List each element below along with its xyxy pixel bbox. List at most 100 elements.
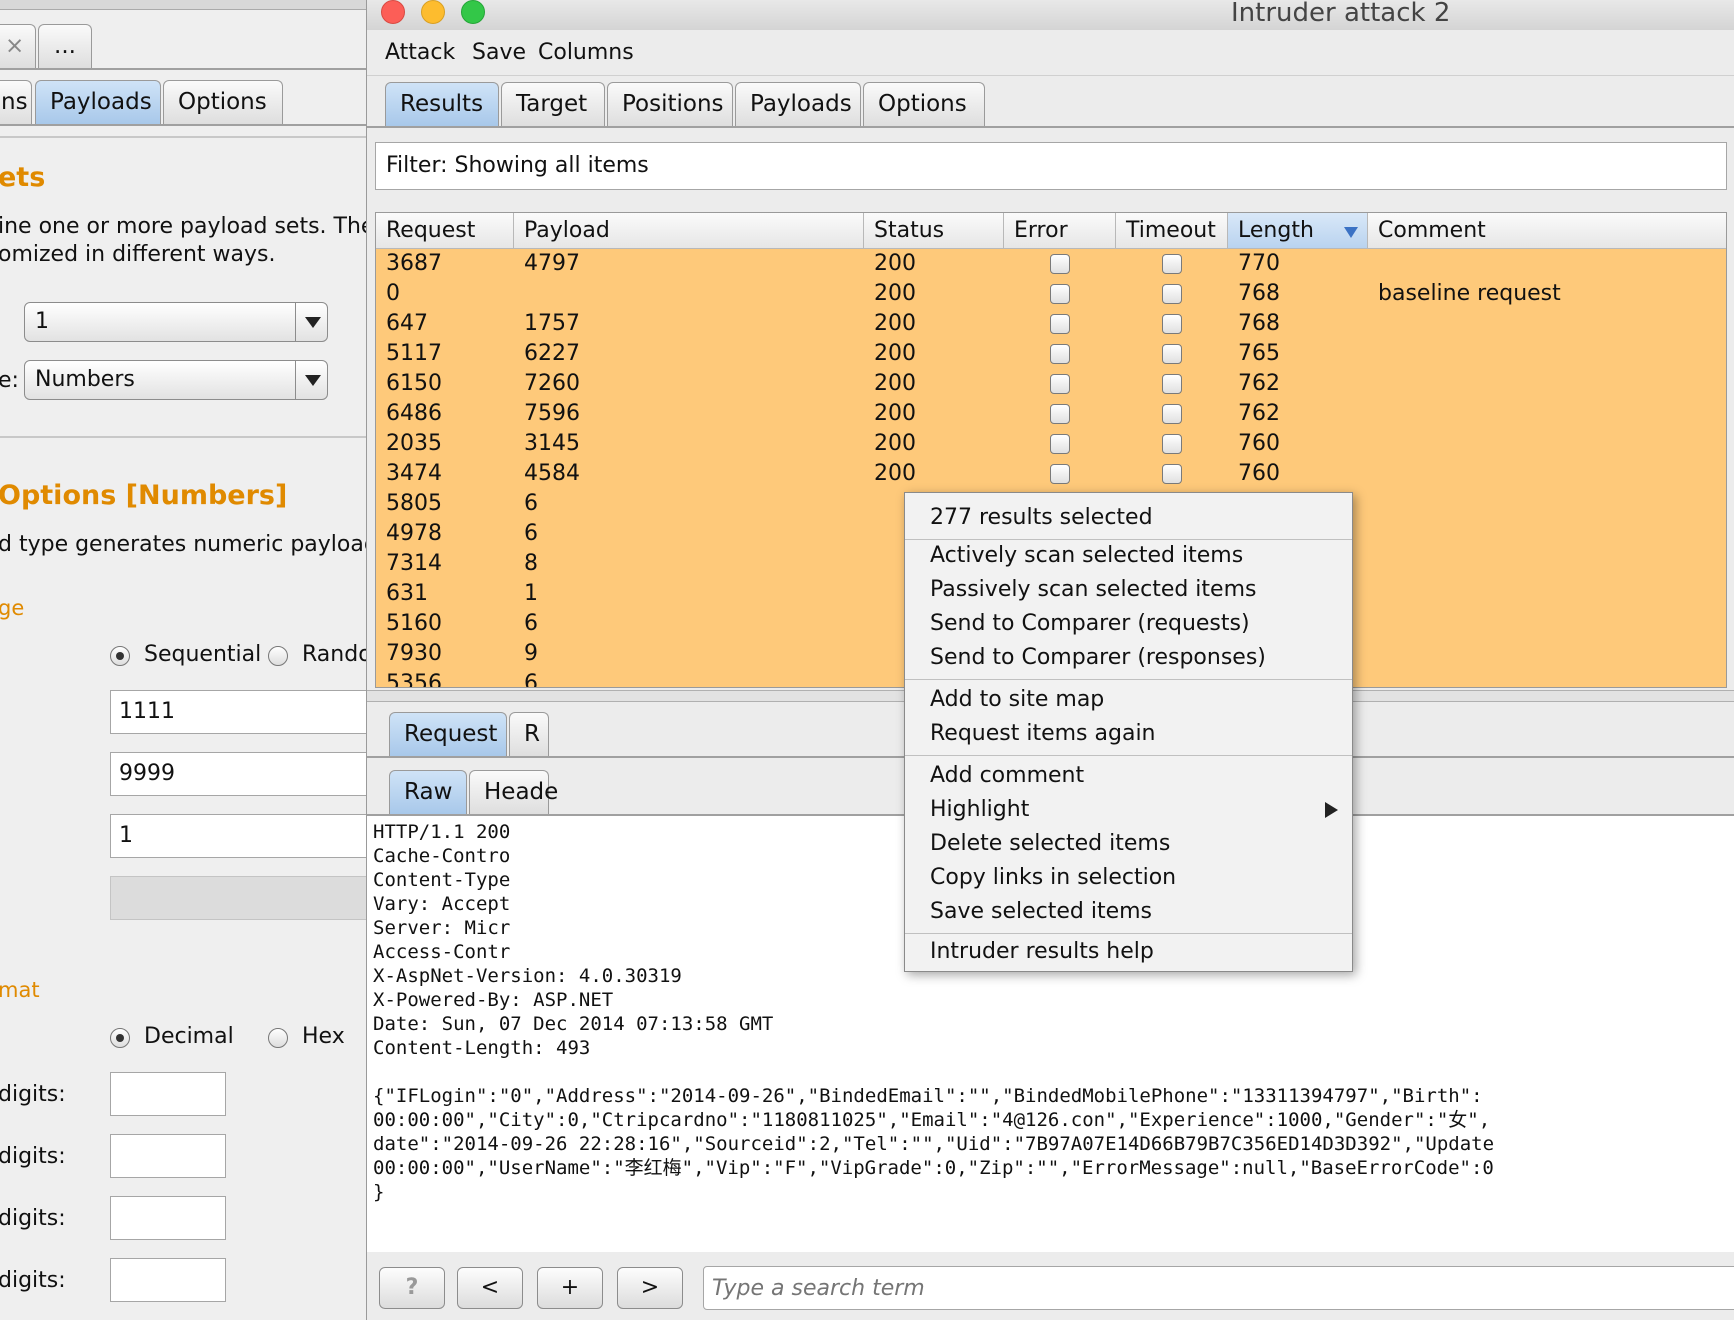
search-input[interactable] xyxy=(703,1266,1734,1310)
column-header-payload[interactable]: Payload xyxy=(514,213,864,249)
tab-request[interactable]: Request xyxy=(389,712,507,756)
column-header-comment[interactable]: Comment xyxy=(1368,213,1726,249)
timeout-checkbox[interactable] xyxy=(1162,284,1182,304)
to-field[interactable]: 9999 xyxy=(110,752,366,796)
tab-headers[interactable]: Heade xyxy=(469,770,558,814)
table-row[interactable]: 2035 3145 200 760 xyxy=(376,429,1726,459)
cell-request: 2035 xyxy=(386,431,442,456)
menu-item-delete-selected[interactable]: Delete selected items xyxy=(905,827,1352,861)
tab-response[interactable]: R xyxy=(509,712,549,756)
from-field[interactable]: 1111 xyxy=(110,690,366,734)
tab-payloads[interactable]: Payloads xyxy=(735,82,861,126)
timeout-checkbox[interactable] xyxy=(1162,314,1182,334)
column-header-status[interactable]: Status xyxy=(864,213,1004,249)
zoom-window-icon[interactable] xyxy=(461,0,485,24)
min-frac-digits-field[interactable] xyxy=(110,1196,226,1240)
cell-comment xyxy=(1368,339,1726,369)
menu-item-send-comparer-requests[interactable]: Send to Comparer (requests) xyxy=(905,607,1352,641)
cell-status: 200 xyxy=(874,311,916,336)
column-header-request[interactable]: Request xyxy=(376,213,514,249)
menu-item-passively-scan[interactable]: Passively scan selected items xyxy=(905,573,1352,607)
close-icon[interactable]: × xyxy=(5,33,24,59)
menu-item-save-selected[interactable]: Save selected items xyxy=(905,895,1352,929)
bg-tab-options[interactable]: Options xyxy=(163,80,283,124)
hex-radio[interactable] xyxy=(268,1028,288,1048)
tab-positions[interactable]: Positions xyxy=(607,82,733,126)
timeout-checkbox[interactable] xyxy=(1162,464,1182,484)
timeout-checkbox[interactable] xyxy=(1162,344,1182,364)
step-field[interactable]: 1 xyxy=(110,814,366,858)
cell-comment xyxy=(1368,369,1726,399)
error-checkbox[interactable] xyxy=(1050,284,1070,304)
tab-target[interactable]: Target xyxy=(501,82,605,126)
timeout-checkbox[interactable] xyxy=(1162,404,1182,424)
error-checkbox[interactable] xyxy=(1050,344,1070,364)
filter-bar[interactable]: Filter: Showing all items xyxy=(375,142,1727,190)
menu-save[interactable]: Save xyxy=(472,40,526,65)
cell-request: 5356 xyxy=(386,671,442,688)
cell-payload xyxy=(514,279,864,309)
payload-type-value: Numbers xyxy=(35,367,135,392)
menu-columns[interactable]: Columns xyxy=(538,40,634,65)
menu-item-add-to-site-map[interactable]: Add to site map xyxy=(905,683,1352,717)
column-header-label: Comment xyxy=(1378,218,1486,243)
table-row[interactable]: 647 1757 200 768 xyxy=(376,309,1726,339)
chevron-down-icon[interactable] xyxy=(295,303,327,341)
help-button[interactable]: ? xyxy=(379,1267,445,1309)
menu-item-results-help[interactable]: Intruder results help xyxy=(905,935,1352,969)
next-button[interactable]: > xyxy=(617,1267,683,1309)
cell-length: 765 xyxy=(1238,341,1280,366)
cell-request: 3687 xyxy=(386,251,442,276)
menu-item-request-again[interactable]: Request items again xyxy=(905,717,1352,751)
tab-results[interactable]: Results xyxy=(385,82,499,126)
timeout-checkbox[interactable] xyxy=(1162,374,1182,394)
error-checkbox[interactable] xyxy=(1050,404,1070,424)
error-checkbox[interactable] xyxy=(1050,374,1070,394)
error-checkbox[interactable] xyxy=(1050,434,1070,454)
menu-item-highlight[interactable]: Highlight xyxy=(905,793,1352,827)
table-row[interactable]: 3474 4584 200 760 xyxy=(376,459,1726,489)
menu-attack[interactable]: Attack xyxy=(385,40,455,65)
chevron-down-icon[interactable] xyxy=(295,361,327,399)
tab-raw[interactable]: Raw xyxy=(389,770,467,814)
table-row[interactable]: 6486 7596 200 762 xyxy=(376,399,1726,429)
table-row[interactable]: 6150 7260 200 762 xyxy=(376,369,1726,399)
table-row[interactable]: 0 200 768 baseline request xyxy=(376,279,1726,309)
table-row[interactable]: 3687 4797 200 770 xyxy=(376,249,1726,279)
menu-item-send-comparer-responses[interactable]: Send to Comparer (responses) xyxy=(905,641,1352,675)
decimal-radio[interactable] xyxy=(110,1028,130,1048)
min-int-digits-field[interactable] xyxy=(110,1072,226,1116)
bg-tab-close[interactable]: × xyxy=(0,24,36,68)
previous-button[interactable]: < xyxy=(457,1267,523,1309)
column-header-length[interactable]: Length xyxy=(1228,213,1368,249)
table-row[interactable]: 5117 6227 200 765 xyxy=(376,339,1726,369)
timeout-checkbox[interactable] xyxy=(1162,254,1182,274)
error-checkbox[interactable] xyxy=(1050,464,1070,484)
divider xyxy=(0,436,366,438)
cell-comment xyxy=(1368,579,1726,609)
bg-tab-payloads[interactable]: Payloads xyxy=(35,80,161,124)
payload-type-select[interactable]: Numbers xyxy=(24,360,328,400)
max-int-digits-field[interactable] xyxy=(110,1134,226,1178)
menu-item-copy-links[interactable]: Copy links in selection xyxy=(905,861,1352,895)
bg-tab-positions[interactable]: ns xyxy=(0,80,32,124)
bg-titlebar xyxy=(0,0,366,10)
tab-raw-label: Raw xyxy=(404,779,453,805)
bg-tab-more[interactable]: ... xyxy=(38,24,92,68)
tab-options[interactable]: Options xyxy=(863,82,985,126)
column-header-error[interactable]: Error xyxy=(1004,213,1116,249)
max-frac-digits-field[interactable] xyxy=(110,1258,226,1302)
error-checkbox[interactable] xyxy=(1050,314,1070,334)
payload-set-select[interactable]: 1 xyxy=(24,302,328,342)
column-header-timeout[interactable]: Timeout xyxy=(1116,213,1228,249)
error-checkbox[interactable] xyxy=(1050,254,1070,274)
menu-item-actively-scan[interactable]: Actively scan selected items xyxy=(905,539,1352,573)
minimize-window-icon[interactable] xyxy=(421,0,445,24)
add-button[interactable]: + xyxy=(537,1267,603,1309)
timeout-checkbox[interactable] xyxy=(1162,434,1182,454)
menu-item-add-comment[interactable]: Add comment xyxy=(905,759,1352,793)
close-window-icon[interactable] xyxy=(381,0,405,24)
sequential-radio[interactable] xyxy=(110,646,130,666)
random-radio[interactable] xyxy=(268,646,288,666)
divider xyxy=(0,68,366,70)
